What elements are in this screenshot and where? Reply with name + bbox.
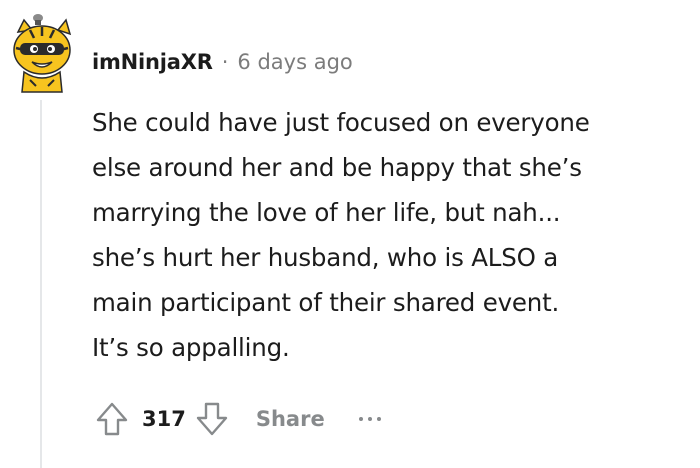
ninja-cat-avatar-icon: [13, 14, 72, 93]
comment-line: else around her and be happy that she’s: [92, 153, 582, 182]
comment-line: main participant of their shared event.: [92, 288, 560, 317]
arrow-up-outline-icon: [96, 402, 128, 436]
arrow-down-outline-icon: [196, 402, 228, 436]
more-dots-icon: [376, 417, 381, 421]
vote-score: 317: [142, 407, 186, 431]
comment-line: marrying the love of her life, but nah..…: [92, 198, 561, 227]
comment-line: She could have just focused on everyone: [92, 108, 590, 137]
timestamp[interactable]: 6 days ago: [237, 50, 352, 74]
comment-body: She could have just focused on everyone …: [92, 100, 692, 370]
comment-line: It’s so appalling.: [92, 333, 290, 362]
thread-line[interactable]: [40, 100, 42, 468]
upvote-button[interactable]: [92, 399, 132, 439]
downvote-button[interactable]: [192, 399, 232, 439]
avatar[interactable]: [10, 10, 74, 94]
comment-header: imNinjaXR · 6 days ago: [92, 46, 353, 78]
more-dots-icon: [358, 417, 363, 421]
comment-line: she’s hurt her husband, who is ALSO a: [92, 243, 559, 272]
username[interactable]: imNinjaXR: [92, 50, 213, 74]
share-button[interactable]: Share: [256, 407, 325, 431]
comment-actions: 317 Share: [92, 396, 381, 442]
separator-dot: ·: [221, 50, 229, 74]
more-options-button[interactable]: [358, 409, 381, 429]
more-dots-icon: [367, 417, 372, 421]
